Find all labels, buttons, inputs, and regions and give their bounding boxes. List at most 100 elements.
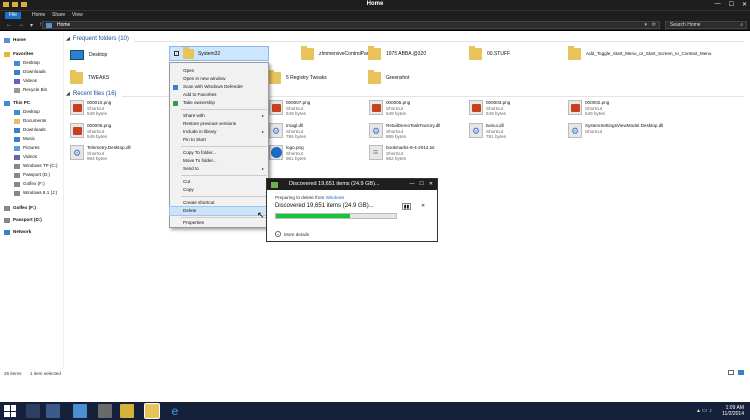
recent-locations-icon[interactable]: ▾ xyxy=(30,22,33,29)
recent-file-item[interactable]: bookmarks-8-4-2014.txtShortcut662 bytes xyxy=(369,145,435,162)
folder-item[interactable]: TWEAKS xyxy=(70,70,109,84)
recent-file-item[interactable]: Telemetry.Desktop.dllShortcut954 bytes xyxy=(70,145,131,162)
search-input[interactable]: Search Home ⌕ xyxy=(665,21,747,29)
collapse-icon[interactable]: ◢ xyxy=(66,36,70,42)
recent-file-item[interactable]: 000010.png Shortcut 549 bytes xyxy=(70,100,111,117)
tab-share[interactable]: Share xyxy=(48,12,69,19)
sidebar-item-golfex[interactable]: Golfex (F:) xyxy=(4,204,36,212)
recent-file-item[interactable]: Imagl.dllShortcut786 bytes xyxy=(269,123,306,140)
menu-item-pin-start[interactable]: Pin to Start xyxy=(170,136,268,144)
menu-item-share-with[interactable]: Share with ▸ xyxy=(170,112,268,120)
collapse-icon[interactable]: ◢ xyxy=(66,91,70,97)
recent-file-item[interactable]: 000002.png Shortcut 549 bytes xyxy=(568,100,609,117)
recent-file-item[interactable]: 000006.png Shortcut 549 bytes xyxy=(70,123,111,140)
task-view-icon[interactable] xyxy=(46,404,60,418)
pause-button[interactable]: ▮▮ xyxy=(402,203,411,210)
sidebar-item-videos[interactable]: Videos xyxy=(14,77,37,85)
address-path[interactable]: Home ▾ ⟳ xyxy=(42,21,660,29)
maximize-button[interactable]: ☐ xyxy=(729,1,734,8)
sidebar-item-drive-d[interactable]: Passport (D:) xyxy=(14,171,50,179)
sidebar-item-documents[interactable]: Documents xyxy=(14,117,46,125)
menu-item-restore-versions[interactable]: Restore previous versions xyxy=(170,120,268,128)
recent-file-item[interactable]: 000003.png Shortcut 549 bytes xyxy=(469,100,510,117)
menu-item-copy[interactable]: Copy xyxy=(170,186,268,194)
tab-home[interactable]: Home xyxy=(28,12,49,19)
sidebar-item-passport[interactable]: Passport (D:) xyxy=(4,216,42,224)
source-folder-link[interactable]: Windows xyxy=(326,195,345,200)
folder-item[interactable]: 1975 ABBA @320 xyxy=(368,46,426,60)
folder-item[interactable]: 5 Registry Tweaks xyxy=(268,70,327,84)
store-icon[interactable] xyxy=(73,404,87,418)
menu-item-properties[interactable]: Properties xyxy=(170,219,268,227)
sidebar-item-pictures[interactable]: Pictures xyxy=(14,144,40,152)
clock[interactable]: 1:09 AM 11/2/2014 xyxy=(722,405,744,417)
sidebar-item-videos[interactable]: Videos xyxy=(14,153,37,161)
menu-item-create-shortcut[interactable]: Create shortcut xyxy=(170,199,268,207)
sidebar-item-desktop[interactable]: Desktop xyxy=(14,59,40,67)
sidebar-item-drive-c[interactable]: Windows TP (C:) xyxy=(14,162,58,170)
menu-item-move-to-folder[interactable]: Move To folder... xyxy=(170,157,268,165)
sidebar-item-desktop[interactable]: Desktop xyxy=(14,108,40,116)
system-tray[interactable]: ▴ ▭ ♪ xyxy=(697,407,712,414)
recent-file-item[interactable]: 000007.png Shortcut 549 bytes xyxy=(269,100,310,117)
folder-item[interactable]: Add_Toggle_Start_Menu_or_Start_Screen_to… xyxy=(568,46,738,60)
cancel-button[interactable]: ✕ xyxy=(421,203,425,210)
dialog-minimize-button[interactable]: — xyxy=(409,179,414,190)
recent-file-item[interactable]: SystemSettingsViewModel.Desktop.dllShort… xyxy=(568,123,678,138)
menu-item-copy-to-folder[interactable]: Copy To folder... xyxy=(170,149,268,157)
menu-item-take-ownership[interactable]: Take ownership xyxy=(170,99,268,107)
file-explorer-open-icon[interactable] xyxy=(144,403,160,419)
recent-file-item[interactable]: 000005.png Shortcut 549 bytes xyxy=(369,100,410,117)
dialog-maximize-button[interactable]: ☐ xyxy=(419,179,423,190)
frequent-folders-header[interactable]: ◢ Frequent folders (10) xyxy=(66,36,129,42)
close-button[interactable]: ✕ xyxy=(742,1,747,8)
start-button[interactable] xyxy=(4,405,16,417)
folder-item-selected[interactable]: ✓ System32 xyxy=(169,46,269,61)
recent-files-header[interactable]: ◢ Recent files (16) xyxy=(66,91,117,97)
more-details-toggle[interactable]: ⌄ More details xyxy=(275,231,309,237)
sidebar-item-home[interactable]: Home xyxy=(4,36,26,44)
sidebar-item-downloads[interactable]: Downloads xyxy=(14,68,46,76)
back-arrow-icon[interactable]: ← xyxy=(6,22,12,29)
sidebar-item-network[interactable]: Network xyxy=(4,228,31,236)
folder-item[interactable]: 00.STUFF xyxy=(469,46,510,60)
folder-item[interactable]: Greenshot xyxy=(368,70,409,84)
sidebar-item-favorites[interactable]: Favorites xyxy=(4,50,33,58)
large-icons-view-icon[interactable] xyxy=(738,370,744,375)
minimize-button[interactable]: — xyxy=(715,1,721,8)
dialog-close-button[interactable]: ✕ xyxy=(429,179,433,190)
menu-separator xyxy=(181,217,267,218)
recent-file-item[interactable]: RetailDemoTaskFactory.dllShortcut889 byt… xyxy=(369,123,440,140)
dropdown-icon[interactable]: ▾ xyxy=(644,22,647,28)
sidebar-item-downloads[interactable]: Downloads xyxy=(14,126,46,134)
folder-item[interactable]: Desktop xyxy=(70,50,107,60)
recent-file-item[interactable]: twinui.dllShortcut791 bytes xyxy=(469,123,506,140)
address-bar-row: ← → ▾ ↑ Home ▾ ⟳ Search Home ⌕ xyxy=(0,19,750,31)
details-view-icon[interactable] xyxy=(728,370,734,375)
menu-item-scan-defender[interactable]: Scan with Windows Defender xyxy=(170,83,268,91)
folder-item[interactable]: zImmersiveControlPanel xyxy=(301,46,373,60)
refresh-icon[interactable]: ⟳ xyxy=(652,22,656,28)
sidebar-item-this-pc[interactable]: This PC xyxy=(4,99,30,107)
forward-arrow-icon[interactable]: → xyxy=(18,22,24,29)
search-task-icon[interactable] xyxy=(26,404,40,418)
menu-item-include-library[interactable]: Include in library ▸ xyxy=(170,128,268,136)
tab-file[interactable]: File xyxy=(5,12,22,19)
file-explorer-icon[interactable] xyxy=(120,404,134,418)
search-icon[interactable]: ⌕ xyxy=(740,22,743,28)
menu-item-cut[interactable]: Cut xyxy=(170,178,268,186)
sidebar-item-drive-f[interactable]: Golfex (F:) xyxy=(14,180,45,188)
recent-file-item[interactable]: logo.png Shortcut 961 bytes xyxy=(269,145,306,162)
menu-item-send-to[interactable]: Send to ▸ xyxy=(170,165,268,173)
menu-item-open-new-window[interactable]: Open in new window xyxy=(170,75,268,83)
internet-explorer-icon[interactable]: e xyxy=(168,404,182,418)
selection-checkbox[interactable]: ✓ xyxy=(174,51,179,56)
sidebar-item-music[interactable]: Music xyxy=(14,135,35,143)
menu-item-add-favorites[interactable]: Add to Favorites xyxy=(170,91,268,99)
menu-item-open[interactable]: Open xyxy=(170,67,268,75)
sidebar-item-recycle-bin[interactable]: Recycle Bin xyxy=(14,86,47,94)
app-icon[interactable] xyxy=(98,404,112,418)
sidebar-item-drive-j[interactable]: Windows 8.1 (J:) xyxy=(14,189,57,197)
tab-view[interactable]: View xyxy=(68,12,87,19)
menu-item-delete[interactable]: Delete xyxy=(169,206,269,216)
